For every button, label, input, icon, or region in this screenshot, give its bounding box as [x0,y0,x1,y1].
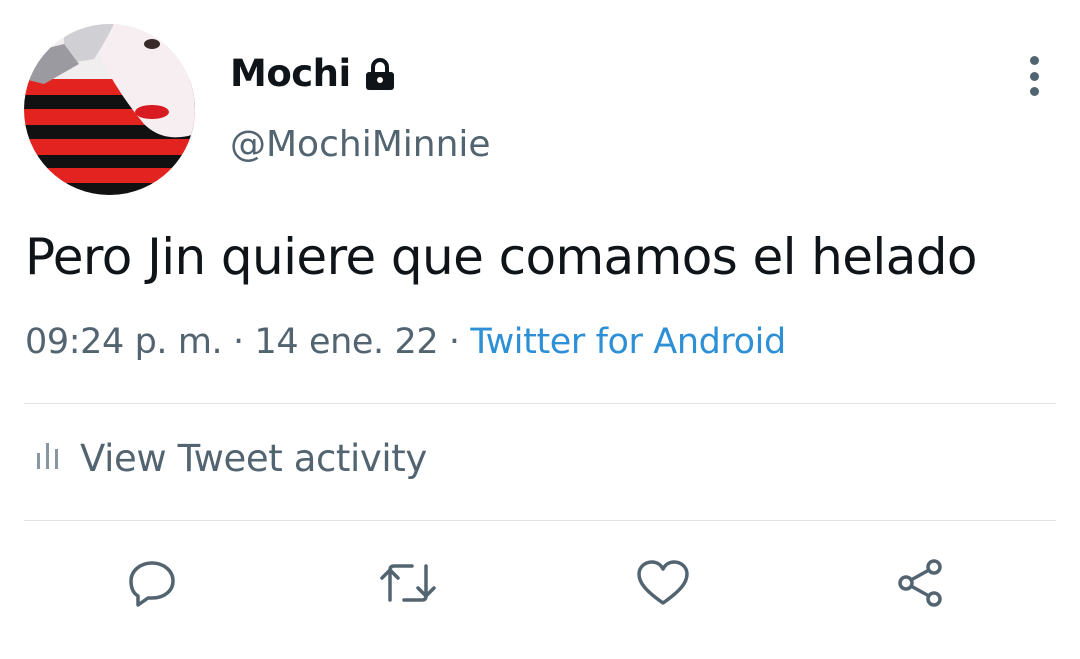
more-vertical-icon[interactable] [1016,56,1052,96]
tweet-text: Pero Jin quiere que comamos el helado [25,228,978,286]
heart-icon[interactable] [633,553,693,613]
meta-separator: · [448,322,460,362]
bar-chart-icon [36,437,60,480]
lock-icon [363,57,397,91]
tweet-date: 14 ene. 22 [254,322,439,362]
divider [24,403,1056,404]
retweet-icon[interactable] [378,553,438,613]
reply-icon[interactable] [122,553,182,613]
tweet-time: 09:24 p. m. [25,322,223,362]
display-name[interactable]: Mochi [230,52,397,95]
view-tweet-activity-button[interactable]: View Tweet activity [36,437,427,480]
tweet-actions-bar [0,553,1080,613]
display-name-text: Mochi [230,52,351,95]
tweet-meta: 09:24 p. m. · 14 ene. 22 · Twitter for A… [25,322,786,362]
tweet-source-link[interactable]: Twitter for Android [470,322,786,362]
avatar[interactable] [24,24,195,195]
divider [24,520,1056,521]
user-handle[interactable]: @MochiMinnie [230,124,491,165]
meta-separator: · [233,322,244,362]
share-icon[interactable] [890,553,950,613]
view-tweet-activity-label: View Tweet activity [80,437,427,480]
